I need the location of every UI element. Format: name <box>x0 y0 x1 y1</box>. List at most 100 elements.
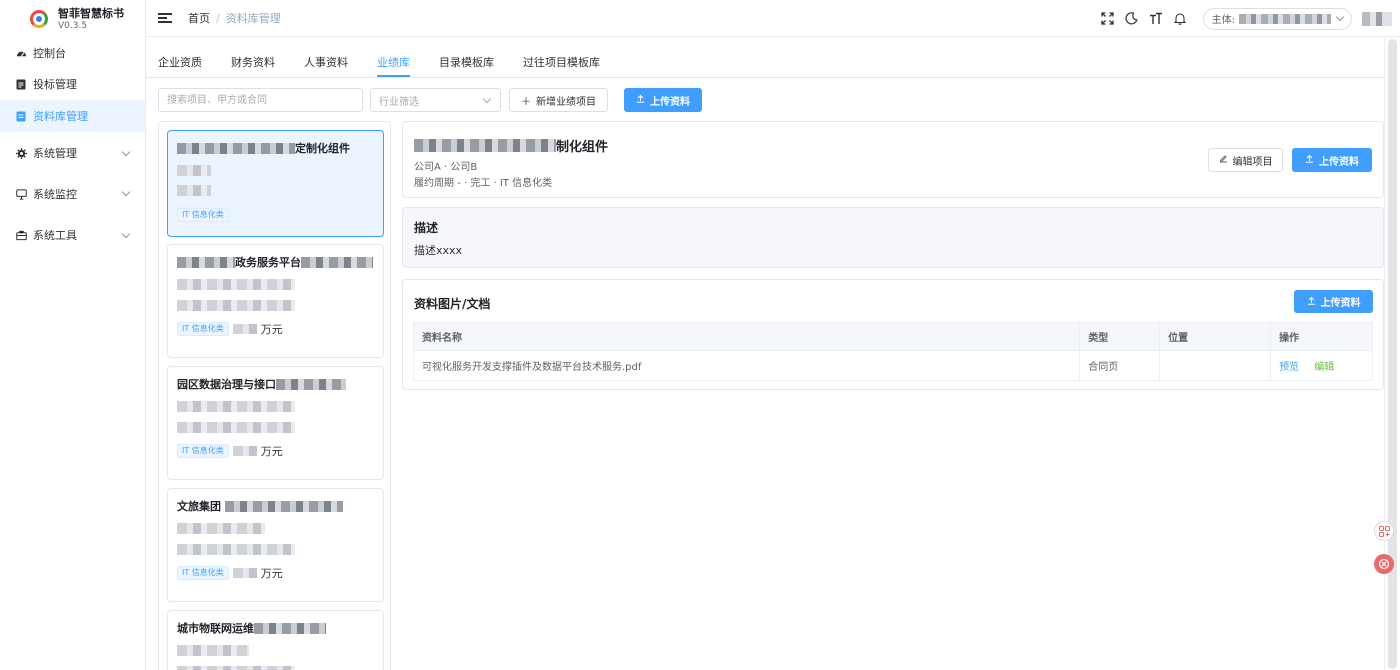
column-header-position: 位置 <box>1159 322 1272 351</box>
file-type: 合同页 <box>1079 350 1161 381</box>
redacted-text <box>414 139 556 152</box>
redacted-text <box>177 666 295 670</box>
project-card-title: 文旅集团 <box>177 498 374 514</box>
category-tag: IT 信息化类 <box>177 444 229 458</box>
file-name: 可视化服务开发支撑插件及数据平台技术服务.pdf <box>412 350 1081 381</box>
tab-qualification[interactable]: 企业资质 <box>158 50 202 76</box>
project-card[interactable]: 城市物联网运维 <box>167 610 384 670</box>
app-version: V0.3.5 <box>58 20 88 31</box>
edit-link[interactable]: 编辑 <box>1314 362 1334 373</box>
redacted-text <box>276 378 346 390</box>
description-text: 描述xxxx <box>414 244 463 257</box>
redacted-text <box>177 165 211 176</box>
monitor-icon <box>15 188 27 200</box>
industry-filter-placeholder: 行业筛选 <box>379 96 419 108</box>
project-card-title: 城市物联网运维 <box>177 620 374 636</box>
redacted-text <box>177 523 265 534</box>
redacted-text <box>177 256 235 268</box>
redacted-text <box>177 279 295 290</box>
sidebar-item-label: 投标管理 <box>33 78 77 91</box>
tab-past-project-templates[interactable]: 过往项目模板库 <box>523 50 600 76</box>
category-tag: IT 信息化类 <box>177 322 229 336</box>
sidebar-item-dashboard[interactable]: 控制台 <box>0 38 145 68</box>
detail-upload-label: 上传资料 <box>1319 156 1359 168</box>
avatar[interactable] <box>1362 11 1392 26</box>
sidebar-item-label: 系统管理 <box>33 147 77 160</box>
menu-toggle-icon[interactable] <box>158 11 172 25</box>
redacted-text <box>177 401 295 412</box>
table-header-row: 资料名称 类型 位置 操作 <box>412 322 1373 351</box>
sidebar-item-system-management[interactable]: 系统管理 <box>0 132 145 174</box>
gear-icon <box>15 147 27 159</box>
project-card[interactable]: 定制化组件 IT 信息化类 <box>167 130 384 237</box>
font-size-icon[interactable] <box>1149 12 1163 26</box>
bell-icon[interactable] <box>1173 12 1187 26</box>
project-card-title: 园区数据治理与接口 <box>177 376 374 392</box>
chevron-down-icon <box>121 229 131 239</box>
table-row: 可视化服务开发支撑插件及数据平台技术服务.pdf 合同页 预览 编辑 <box>412 350 1373 381</box>
redacted-text <box>301 256 373 268</box>
redacted-text <box>232 324 257 334</box>
search-input[interactable] <box>158 88 363 112</box>
preview-link[interactable]: 预览 <box>1279 362 1299 373</box>
add-project-button[interactable]: ＋ 新增业绩项目 <box>509 88 608 112</box>
tab-catalog-templates[interactable]: 目录模板库 <box>439 50 494 76</box>
sidebar-item-system-monitor[interactable]: 系统监控 <box>0 174 145 214</box>
tab-finance[interactable]: 财务资料 <box>231 50 275 76</box>
contract-amount-unit: 万元 <box>260 323 283 336</box>
dark-mode-icon[interactable] <box>1125 12 1139 26</box>
project-card[interactable]: 政务服务平台 IT 信息化类 万元 <box>167 244 384 358</box>
breadcrumb-home[interactable]: 首页 <box>188 10 210 26</box>
sidebar-item-library[interactable]: 资料库管理 <box>0 100 145 132</box>
library-tabs: 企业资质 财务资料 人事资料 业绩库 目录模板库 过往项目模板库 <box>158 50 629 77</box>
files-upload-button[interactable]: 上传资料 <box>1294 290 1373 313</box>
logo-icon <box>28 8 50 30</box>
upload-icon <box>1307 296 1316 308</box>
subject-selector[interactable]: 主体: <box>1202 7 1352 30</box>
app-name: 智菲智慧标书 <box>58 6 124 20</box>
chevron-down-icon <box>1335 12 1345 22</box>
column-header-name: 资料名称 <box>412 322 1081 351</box>
apps-icon[interactable] <box>1374 521 1394 541</box>
plus-icon: ＋ <box>521 96 531 108</box>
description-panel: 描述 描述xxxx <box>402 207 1384 268</box>
contract-amount-unit: 万元 <box>260 567 283 580</box>
project-card-title: 政务服务平台 <box>177 254 374 270</box>
tab-personnel[interactable]: 人事资料 <box>304 50 348 76</box>
category-tag: IT 信息化类 <box>177 208 229 222</box>
breadcrumb-current: 资料库管理 <box>225 12 281 25</box>
file-actions: 预览 编辑 <box>1270 350 1373 381</box>
redacted-text <box>232 568 257 578</box>
app-logo[interactable]: 智菲智慧标书 V0.3.5 <box>0 0 145 38</box>
project-detail-panel: 制化组件 公司A · 公司B 履约周期 - · 完工 · IT 信息化类 编辑项… <box>402 121 1384 198</box>
sidebar-item-label: 控制台 <box>33 47 66 60</box>
redacted-text <box>232 446 257 456</box>
fullscreen-icon[interactable] <box>1101 12 1115 26</box>
project-card-title: 定制化组件 <box>177 140 374 156</box>
sidebar-item-system-tools[interactable]: 系统工具 <box>0 214 145 256</box>
upload-button[interactable]: 上传资料 <box>624 88 702 112</box>
industry-filter-select[interactable]: 行业筛选 <box>370 88 501 112</box>
tab-performance[interactable]: 业绩库 <box>377 50 410 77</box>
toolbox-icon <box>15 229 27 241</box>
redacted-text <box>254 622 326 634</box>
detail-upload-button[interactable]: 上传资料 <box>1292 148 1372 172</box>
add-project-label: 新增业绩项目 <box>536 96 596 108</box>
chevron-down-icon <box>121 147 131 157</box>
project-card[interactable]: 园区数据治理与接口 IT 信息化类 万元 <box>167 366 384 480</box>
assistant-icon[interactable] <box>1374 554 1394 574</box>
files-table: 资料名称 类型 位置 操作 可视化服务开发支撑插件及数据平台技术服务.pdf 合… <box>412 322 1373 381</box>
edit-project-button[interactable]: 编辑项目 <box>1208 148 1283 172</box>
sidebar: 智菲智慧标书 V0.3.5 控制台 投标管理 资料库管理 系统管理 系统监控 系… <box>0 0 146 670</box>
dashboard-icon <box>15 47 27 59</box>
project-card[interactable]: 文旅集团 IT 信息化类 万元 <box>167 488 384 602</box>
chevron-down-icon <box>121 187 131 197</box>
page-scrollbar[interactable] <box>1384 37 1400 670</box>
sidebar-item-label: 系统工具 <box>33 229 77 242</box>
top-header: 首页 / 资料库管理 主体: <box>146 0 1400 37</box>
scrollbar-thumb[interactable] <box>1388 39 1397 669</box>
sidebar-item-bids[interactable]: 投标管理 <box>0 68 145 100</box>
project-period: 履约周期 - · 完工 · IT 信息化类 <box>414 178 553 189</box>
project-detail-title: 制化组件 <box>414 136 608 155</box>
column-header-actions: 操作 <box>1270 322 1373 351</box>
